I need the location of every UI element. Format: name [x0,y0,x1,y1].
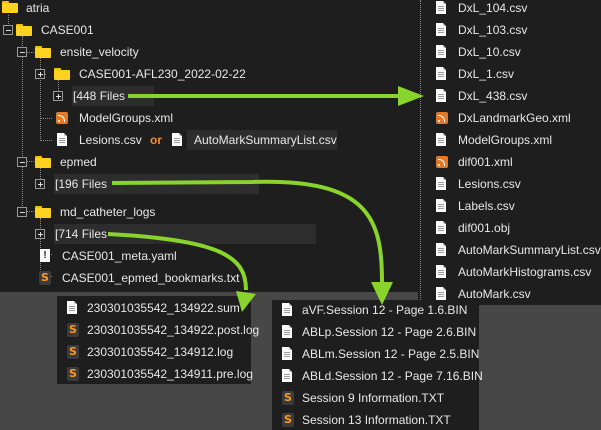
arrow-epmed-to-list [111,179,384,283]
arrow-head [236,291,256,312]
arrow-head [371,282,393,305]
arrow-catheter-to-list [107,232,248,291]
arrow-head [398,86,424,106]
annotation-arrows [107,86,424,312]
